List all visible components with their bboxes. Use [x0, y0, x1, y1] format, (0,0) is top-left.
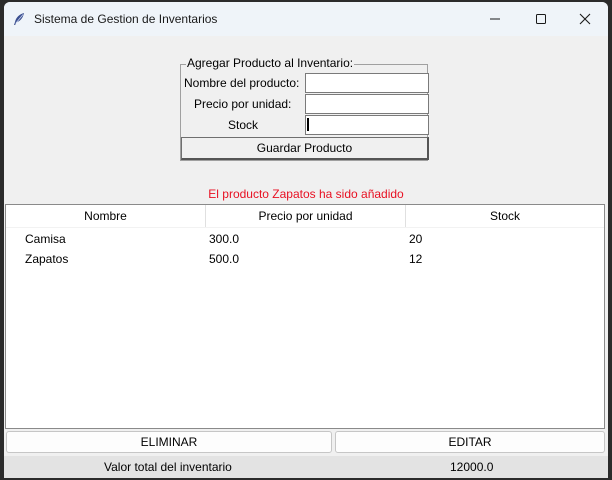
cell-stock: 12 [409, 252, 423, 266]
text-cursor [307, 118, 309, 131]
title-bar[interactable]: Sistema de Gestion de Inventarios [4, 2, 608, 36]
total-value-amount: 12000.0 [450, 460, 494, 474]
cell-unit-price: 300.0 [209, 232, 240, 246]
add-product-legend: Agregar Producto al Inventario: [186, 56, 355, 70]
total-value-label: Valor total del inventario [104, 460, 232, 474]
unit-price-input[interactable] [305, 94, 429, 114]
table-row[interactable]: Camisa 300.0 20 [6, 229, 604, 249]
close-button[interactable] [562, 2, 608, 36]
edit-button[interactable]: EDITAR [335, 431, 605, 453]
column-header-name[interactable]: Nombre [6, 205, 206, 227]
total-value-bar: Valor total del inventario 12000.0 [4, 456, 608, 478]
cell-name: Zapatos [25, 252, 69, 266]
delete-button[interactable]: ELIMINAR [6, 431, 332, 453]
feather-icon [12, 12, 26, 26]
stock-label: Stock [228, 118, 259, 132]
save-product-button[interactable]: Guardar Producto [181, 137, 429, 160]
cell-name: Camisa [25, 232, 66, 246]
cell-stock: 20 [409, 232, 423, 246]
cell-unit-price: 500.0 [209, 252, 240, 266]
unit-price-label: Precio por unidad: [194, 97, 292, 111]
product-name-label: Nombre del producto: [184, 76, 300, 90]
maximize-button[interactable] [518, 2, 564, 36]
close-icon [579, 13, 591, 25]
minimize-button[interactable] [472, 2, 518, 36]
table-row[interactable]: Zapatos 500.0 12 [6, 249, 604, 269]
maximize-icon [536, 14, 546, 24]
inventory-table[interactable]: Nombre Precio por unidad Stock Camisa 30… [5, 204, 605, 429]
window-title: Sistema de Gestion de Inventarios [34, 12, 218, 26]
minimize-icon [490, 18, 500, 20]
column-header-unit-price[interactable]: Precio por unidad [206, 205, 406, 227]
stock-input[interactable] [305, 115, 429, 135]
column-header-stock[interactable]: Stock [406, 205, 604, 227]
header-divider [6, 227, 604, 228]
app-window: Sistema de Gestion de Inventarios Agrega… [4, 2, 608, 478]
product-name-input[interactable] [305, 73, 429, 93]
status-message: El producto Zapatos ha sido añadido [208, 187, 404, 201]
